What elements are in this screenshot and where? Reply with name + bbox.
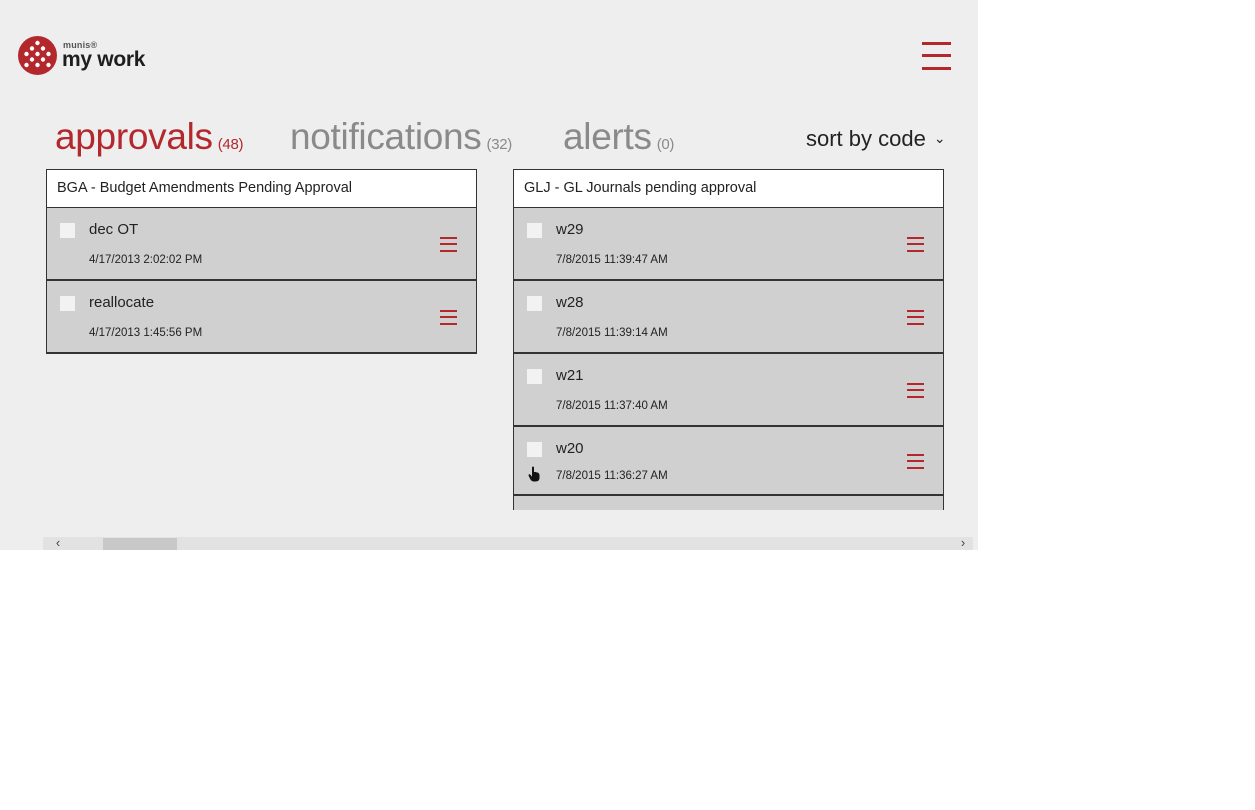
approval-list: w29 7/8/2015 11:39:47 AM w28 7/8/2015 11…: [513, 208, 944, 510]
munis-logo: munis® my work: [18, 36, 158, 76]
app-window: munis® my work approvals (48) notificatio…: [0, 0, 978, 550]
list-item[interactable]: w20 7/8/2015 11:36:27 AM: [513, 427, 944, 496]
item-title: dec OT: [89, 221, 139, 238]
horizontal-scrollbar[interactable]: ‹ ›: [43, 536, 973, 550]
list-item-partial[interactable]: [513, 496, 944, 510]
tab-approvals-count: (48): [217, 136, 244, 153]
item-date: 7/8/2015 11:39:47 AM: [556, 254, 668, 266]
chevron-right-icon[interactable]: ›: [955, 536, 971, 550]
tab-alerts[interactable]: alerts (0): [563, 116, 674, 158]
item-date: 7/8/2015 11:39:14 AM: [556, 327, 668, 339]
approval-group-bga: BGA - Budget Amendments Pending Approval…: [46, 169, 477, 354]
list-item[interactable]: w29 7/8/2015 11:39:47 AM: [513, 208, 944, 281]
item-menu-icon[interactable]: [907, 383, 924, 398]
tab-approvals[interactable]: approvals (48): [55, 116, 244, 158]
item-date: 7/8/2015 11:37:40 AM: [556, 400, 668, 412]
item-title: reallocate: [89, 294, 155, 311]
list-item[interactable]: reallocate 4/17/2013 1:45:56 PM: [46, 281, 477, 354]
tab-alerts-label: alerts: [563, 116, 652, 157]
item-menu-icon[interactable]: [440, 310, 457, 325]
tab-alerts-count: (0): [656, 136, 675, 153]
item-title: w29: [556, 221, 584, 238]
chevron-down-icon: ⌄: [933, 130, 946, 146]
hamburger-icon[interactable]: [922, 42, 951, 70]
tab-notifications-label: notifications: [290, 116, 482, 157]
item-checkbox[interactable]: [60, 296, 75, 311]
tab-notifications-count: (32): [486, 136, 513, 153]
item-menu-icon[interactable]: [907, 454, 924, 469]
sort-dropdown[interactable]: sort by code ⌄: [806, 126, 946, 152]
item-date: 4/17/2013 2:02:02 PM: [89, 254, 203, 266]
list-item[interactable]: w21 7/8/2015 11:37:40 AM: [513, 354, 944, 427]
app-title: my work: [62, 48, 146, 71]
list-item[interactable]: w28 7/8/2015 11:39:14 AM: [513, 281, 944, 354]
munis-logo-mark-icon: [18, 36, 57, 75]
item-menu-icon[interactable]: [907, 310, 924, 325]
item-menu-icon[interactable]: [907, 237, 924, 252]
approval-group-glj: GLJ - GL Journals pending approval w29 7…: [513, 169, 944, 510]
list-item[interactable]: dec OT 4/17/2013 2:02:02 PM: [46, 208, 477, 281]
tab-approvals-label: approvals: [55, 116, 213, 157]
item-title: w28: [556, 294, 584, 311]
item-checkbox[interactable]: [527, 296, 542, 311]
tab-notifications[interactable]: notifications (32): [290, 116, 512, 158]
item-menu-icon[interactable]: [440, 237, 457, 252]
group-header[interactable]: BGA - Budget Amendments Pending Approval: [46, 169, 477, 208]
group-header[interactable]: GLJ - GL Journals pending approval: [513, 169, 944, 208]
scrollbar-thumb[interactable]: [103, 538, 177, 550]
item-checkbox[interactable]: [527, 442, 542, 457]
item-checkbox[interactable]: [527, 369, 542, 384]
item-date: 4/17/2013 1:45:56 PM: [89, 327, 203, 339]
sort-label: sort by code: [806, 126, 926, 151]
chevron-left-icon[interactable]: ‹: [50, 536, 66, 550]
item-title: w20: [556, 440, 584, 457]
item-checkbox[interactable]: [60, 223, 75, 238]
item-title: w21: [556, 367, 584, 384]
hand-cursor-icon: [528, 466, 540, 482]
item-checkbox[interactable]: [527, 223, 542, 238]
approval-list: dec OT 4/17/2013 2:02:02 PM reallocate 4…: [46, 208, 477, 354]
item-date: 7/8/2015 11:36:27 AM: [556, 470, 668, 482]
